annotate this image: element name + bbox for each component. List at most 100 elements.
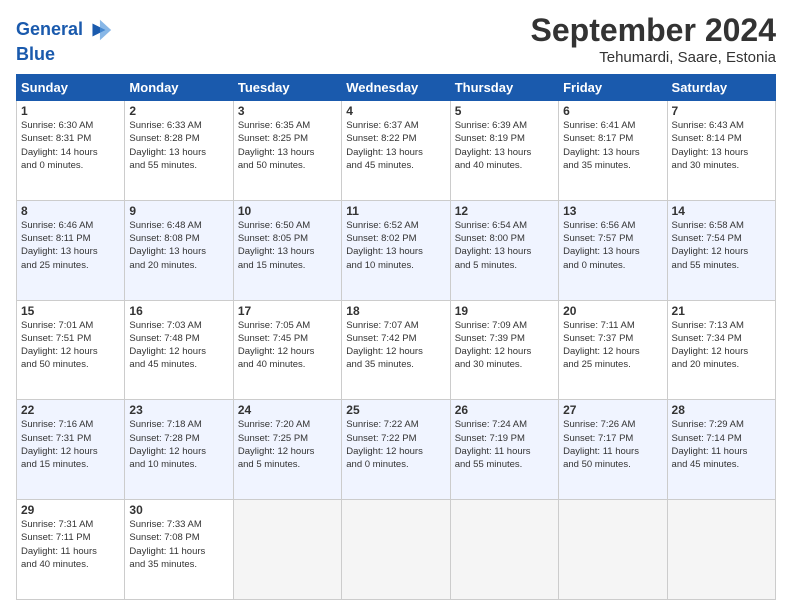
day-number: 24 xyxy=(238,403,337,417)
col-sunday: Sunday xyxy=(17,75,125,101)
day-number: 5 xyxy=(455,104,554,118)
day-number: 1 xyxy=(21,104,120,118)
table-row: 23Sunrise: 7:18 AM Sunset: 7:28 PM Dayli… xyxy=(125,400,233,500)
day-info: Sunrise: 6:48 AM Sunset: 8:08 PM Dayligh… xyxy=(129,219,228,272)
day-number: 29 xyxy=(21,503,120,517)
day-info: Sunrise: 7:07 AM Sunset: 7:42 PM Dayligh… xyxy=(346,319,445,372)
day-info: Sunrise: 7:16 AM Sunset: 7:31 PM Dayligh… xyxy=(21,418,120,471)
day-info: Sunrise: 7:01 AM Sunset: 7:51 PM Dayligh… xyxy=(21,319,120,372)
logo-text: General xyxy=(16,20,83,40)
day-info: Sunrise: 6:35 AM Sunset: 8:25 PM Dayligh… xyxy=(238,119,337,172)
location: Tehumardi, Saare, Estonia xyxy=(531,49,776,66)
day-info: Sunrise: 6:46 AM Sunset: 8:11 PM Dayligh… xyxy=(21,219,120,272)
day-info: Sunrise: 6:43 AM Sunset: 8:14 PM Dayligh… xyxy=(672,119,771,172)
day-info: Sunrise: 6:30 AM Sunset: 8:31 PM Dayligh… xyxy=(21,119,120,172)
day-info: Sunrise: 7:26 AM Sunset: 7:17 PM Dayligh… xyxy=(563,418,662,471)
table-row: 26Sunrise: 7:24 AM Sunset: 7:19 PM Dayli… xyxy=(450,400,558,500)
title-block: September 2024 Tehumardi, Saare, Estonia xyxy=(531,12,776,66)
day-number: 12 xyxy=(455,204,554,218)
col-monday: Monday xyxy=(125,75,233,101)
table-row xyxy=(233,500,341,600)
col-saturday: Saturday xyxy=(667,75,775,101)
page: General Blue September 2024 Tehumardi, S… xyxy=(0,0,792,612)
table-row: 2Sunrise: 6:33 AM Sunset: 8:28 PM Daylig… xyxy=(125,101,233,201)
day-number: 10 xyxy=(238,204,337,218)
day-number: 8 xyxy=(21,204,120,218)
table-row xyxy=(450,500,558,600)
day-number: 21 xyxy=(672,304,771,318)
col-friday: Friday xyxy=(559,75,667,101)
table-row: 30Sunrise: 7:33 AM Sunset: 7:08 PM Dayli… xyxy=(125,500,233,600)
day-info: Sunrise: 7:13 AM Sunset: 7:34 PM Dayligh… xyxy=(672,319,771,372)
day-number: 6 xyxy=(563,104,662,118)
day-info: Sunrise: 6:58 AM Sunset: 7:54 PM Dayligh… xyxy=(672,219,771,272)
day-info: Sunrise: 7:20 AM Sunset: 7:25 PM Dayligh… xyxy=(238,418,337,471)
calendar-week-row: 8Sunrise: 6:46 AM Sunset: 8:11 PM Daylig… xyxy=(17,200,776,300)
table-row: 9Sunrise: 6:48 AM Sunset: 8:08 PM Daylig… xyxy=(125,200,233,300)
header: General Blue September 2024 Tehumardi, S… xyxy=(16,12,776,66)
day-number: 18 xyxy=(346,304,445,318)
table-row: 14Sunrise: 6:58 AM Sunset: 7:54 PM Dayli… xyxy=(667,200,775,300)
table-row: 27Sunrise: 7:26 AM Sunset: 7:17 PM Dayli… xyxy=(559,400,667,500)
day-number: 20 xyxy=(563,304,662,318)
calendar-week-row: 1Sunrise: 6:30 AM Sunset: 8:31 PM Daylig… xyxy=(17,101,776,201)
table-row: 21Sunrise: 7:13 AM Sunset: 7:34 PM Dayli… xyxy=(667,300,775,400)
day-info: Sunrise: 6:41 AM Sunset: 8:17 PM Dayligh… xyxy=(563,119,662,172)
table-row: 15Sunrise: 7:01 AM Sunset: 7:51 PM Dayli… xyxy=(17,300,125,400)
day-info: Sunrise: 7:03 AM Sunset: 7:48 PM Dayligh… xyxy=(129,319,228,372)
table-row: 22Sunrise: 7:16 AM Sunset: 7:31 PM Dayli… xyxy=(17,400,125,500)
day-number: 16 xyxy=(129,304,228,318)
day-info: Sunrise: 6:54 AM Sunset: 8:00 PM Dayligh… xyxy=(455,219,554,272)
day-number: 19 xyxy=(455,304,554,318)
table-row: 13Sunrise: 6:56 AM Sunset: 7:57 PM Dayli… xyxy=(559,200,667,300)
table-row: 20Sunrise: 7:11 AM Sunset: 7:37 PM Dayli… xyxy=(559,300,667,400)
day-number: 27 xyxy=(563,403,662,417)
table-row: 4Sunrise: 6:37 AM Sunset: 8:22 PM Daylig… xyxy=(342,101,450,201)
day-number: 26 xyxy=(455,403,554,417)
day-info: Sunrise: 7:05 AM Sunset: 7:45 PM Dayligh… xyxy=(238,319,337,372)
table-row: 24Sunrise: 7:20 AM Sunset: 7:25 PM Dayli… xyxy=(233,400,341,500)
table-row: 10Sunrise: 6:50 AM Sunset: 8:05 PM Dayli… xyxy=(233,200,341,300)
calendar-header-row: Sunday Monday Tuesday Wednesday Thursday… xyxy=(17,75,776,101)
day-number: 9 xyxy=(129,204,228,218)
day-info: Sunrise: 6:56 AM Sunset: 7:57 PM Dayligh… xyxy=(563,219,662,272)
table-row: 7Sunrise: 6:43 AM Sunset: 8:14 PM Daylig… xyxy=(667,101,775,201)
table-row xyxy=(667,500,775,600)
table-row: 29Sunrise: 7:31 AM Sunset: 7:11 PM Dayli… xyxy=(17,500,125,600)
table-row: 17Sunrise: 7:05 AM Sunset: 7:45 PM Dayli… xyxy=(233,300,341,400)
month-title: September 2024 xyxy=(531,12,776,49)
table-row: 11Sunrise: 6:52 AM Sunset: 8:02 PM Dayli… xyxy=(342,200,450,300)
table-row: 8Sunrise: 6:46 AM Sunset: 8:11 PM Daylig… xyxy=(17,200,125,300)
day-info: Sunrise: 7:11 AM Sunset: 7:37 PM Dayligh… xyxy=(563,319,662,372)
logo: General Blue xyxy=(16,16,113,65)
day-number: 15 xyxy=(21,304,120,318)
table-row: 5Sunrise: 6:39 AM Sunset: 8:19 PM Daylig… xyxy=(450,101,558,201)
day-number: 14 xyxy=(672,204,771,218)
day-number: 28 xyxy=(672,403,771,417)
calendar-week-row: 22Sunrise: 7:16 AM Sunset: 7:31 PM Dayli… xyxy=(17,400,776,500)
table-row: 6Sunrise: 6:41 AM Sunset: 8:17 PM Daylig… xyxy=(559,101,667,201)
col-wednesday: Wednesday xyxy=(342,75,450,101)
day-info: Sunrise: 7:29 AM Sunset: 7:14 PM Dayligh… xyxy=(672,418,771,471)
table-row xyxy=(559,500,667,600)
logo-blue: Blue xyxy=(16,44,113,65)
day-number: 7 xyxy=(672,104,771,118)
day-info: Sunrise: 6:33 AM Sunset: 8:28 PM Dayligh… xyxy=(129,119,228,172)
logo-icon xyxy=(85,16,113,44)
day-number: 3 xyxy=(238,104,337,118)
day-number: 2 xyxy=(129,104,228,118)
calendar-table: Sunday Monday Tuesday Wednesday Thursday… xyxy=(16,74,776,600)
table-row: 28Sunrise: 7:29 AM Sunset: 7:14 PM Dayli… xyxy=(667,400,775,500)
col-thursday: Thursday xyxy=(450,75,558,101)
day-number: 25 xyxy=(346,403,445,417)
day-info: Sunrise: 6:52 AM Sunset: 8:02 PM Dayligh… xyxy=(346,219,445,272)
table-row: 16Sunrise: 7:03 AM Sunset: 7:48 PM Dayli… xyxy=(125,300,233,400)
table-row: 25Sunrise: 7:22 AM Sunset: 7:22 PM Dayli… xyxy=(342,400,450,500)
day-number: 30 xyxy=(129,503,228,517)
table-row: 18Sunrise: 7:07 AM Sunset: 7:42 PM Dayli… xyxy=(342,300,450,400)
table-row: 1Sunrise: 6:30 AM Sunset: 8:31 PM Daylig… xyxy=(17,101,125,201)
day-info: Sunrise: 7:31 AM Sunset: 7:11 PM Dayligh… xyxy=(21,518,120,571)
day-number: 22 xyxy=(21,403,120,417)
day-info: Sunrise: 6:39 AM Sunset: 8:19 PM Dayligh… xyxy=(455,119,554,172)
day-info: Sunrise: 7:09 AM Sunset: 7:39 PM Dayligh… xyxy=(455,319,554,372)
